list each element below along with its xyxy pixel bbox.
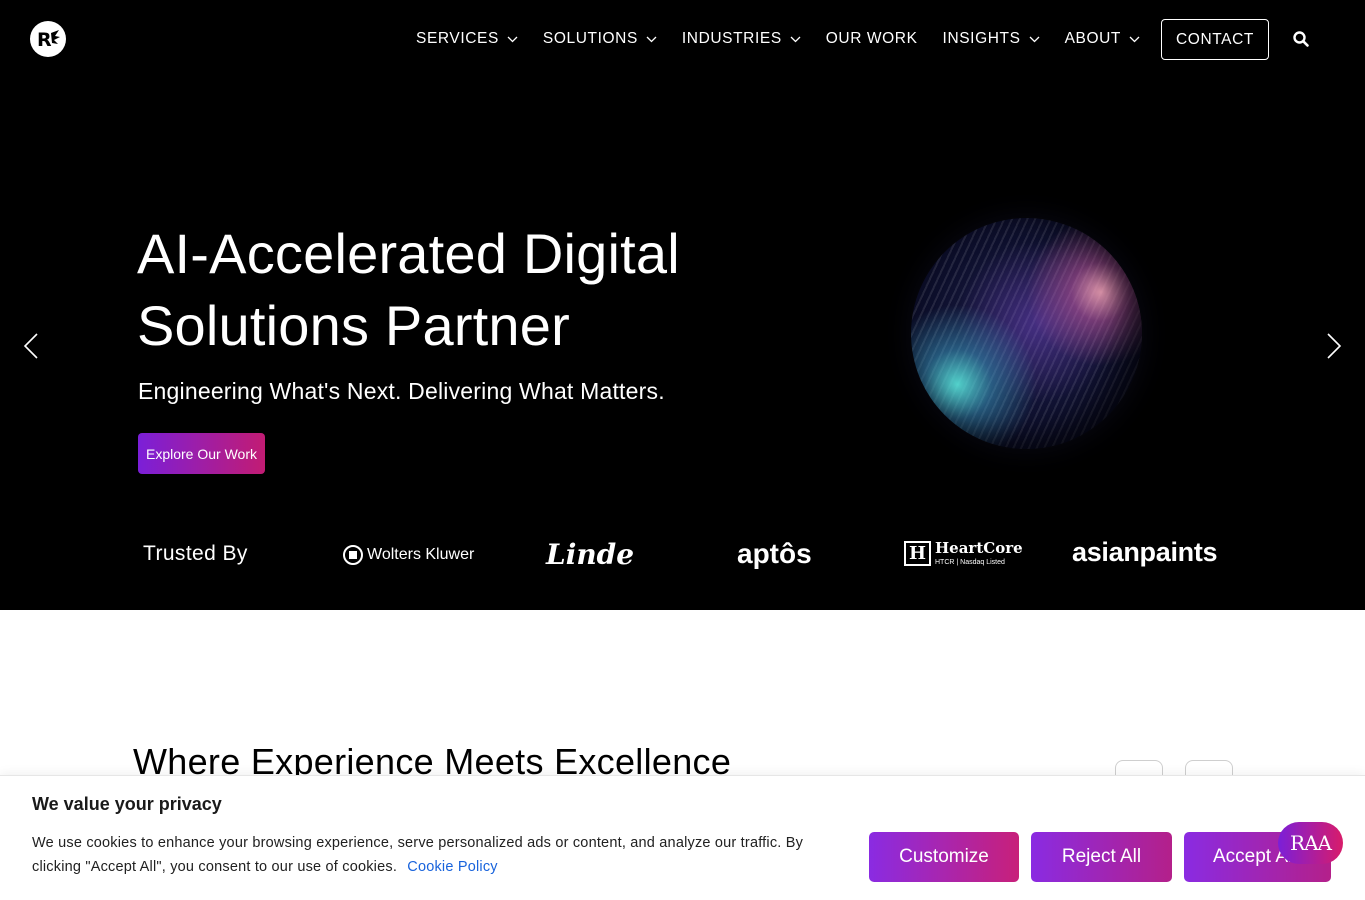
contact-button[interactable]: CONTACT [1161, 19, 1269, 60]
carousel-next-icon[interactable] [1326, 332, 1342, 360]
client-logo-asianpaints: asianpaints [1072, 537, 1218, 568]
nav-item-insights[interactable]: INSIGHTS [943, 30, 1040, 48]
carousel-prev-icon[interactable] [23, 332, 39, 360]
nav-item-our-work[interactable]: OUR WORK [826, 30, 918, 48]
hero-title-line1: AI-Accelerated Digital [137, 222, 680, 285]
nav-label: SOLUTIONS [542, 30, 638, 47]
chevron-down-icon [507, 36, 518, 42]
nav-item-solutions[interactable]: SOLUTIONS [543, 30, 657, 48]
nav-item-services[interactable]: SERVICES [416, 30, 518, 48]
client-subtext: HTCR | Nasdaq Listed [935, 559, 1005, 566]
chevron-down-icon [1129, 36, 1140, 42]
heartcore-text: HeartCore HTCR | Nasdaq Listed [935, 539, 1023, 567]
client-name: asianpaints [1072, 537, 1218, 567]
wolters-kluwer-mark-icon [343, 545, 363, 565]
chevron-down-icon [1029, 36, 1040, 42]
trusted-by-label: Trusted By [143, 542, 248, 565]
client-name: aptôs [737, 538, 812, 569]
cookie-title: We value your privacy [32, 794, 222, 814]
nav-label: INDUSTRIES [681, 30, 782, 47]
svg-text:R: R [37, 29, 52, 51]
hero-title-line2: Solutions Partner [137, 294, 570, 357]
chevron-down-icon [646, 36, 657, 42]
nav-label: INSIGHTS [942, 30, 1021, 47]
reject-all-button[interactable]: Reject All [1031, 832, 1172, 882]
chat-badge-label: RAA [1290, 831, 1332, 855]
client-logo-heartcore: H HeartCore HTCR | Nasdaq Listed [904, 541, 1023, 566]
chat-widget-button[interactable]: RAA [1278, 822, 1343, 864]
client-logo-linde: Linde [546, 538, 634, 571]
chevron-down-icon [790, 36, 801, 42]
nav-label: SERVICES [416, 30, 499, 47]
top-navbar: R SERVICES SOLUTIONS INDUSTRIES OUR WORK… [0, 0, 1365, 78]
nav-item-industries[interactable]: INDUSTRIES [682, 30, 801, 48]
client-logo-wolters-kluwer: Wolters Kluwer [343, 545, 474, 565]
hero-sphere-graphic [911, 218, 1142, 449]
hero-title: AI-Accelerated Digital Solutions Partner [137, 218, 777, 362]
nav-label: OUR WORK [825, 30, 918, 47]
client-logo-aptos: aptôs [737, 538, 812, 570]
nav-item-about[interactable]: ABOUT [1065, 30, 1140, 48]
nav-label: ABOUT [1064, 30, 1121, 47]
brand-logo[interactable]: R [30, 21, 66, 57]
client-name: Linde [546, 538, 635, 571]
heartcore-h-icon: H [904, 541, 931, 566]
logo-mark-icon: R [37, 29, 60, 51]
cookie-description: We use cookies to enhance your browsing … [32, 831, 832, 879]
cookie-policy-link[interactable]: Cookie Policy [407, 859, 497, 875]
client-name: Wolters Kluwer [367, 546, 475, 563]
customize-button[interactable]: Customize [869, 832, 1019, 882]
hero-carousel: AI-Accelerated Digital Solutions Partner… [0, 78, 1365, 610]
client-name: HeartCore [935, 539, 1023, 557]
cookie-consent-banner: We value your privacy We use cookies to … [0, 775, 1365, 900]
main-menu: SERVICES SOLUTIONS INDUSTRIES OUR WORK I… [416, 0, 1165, 78]
explore-our-work-button[interactable]: Explore Our Work [138, 433, 265, 474]
hero-subtitle: Engineering What's Next. Delivering What… [138, 378, 665, 404]
search-icon[interactable] [1292, 30, 1310, 48]
